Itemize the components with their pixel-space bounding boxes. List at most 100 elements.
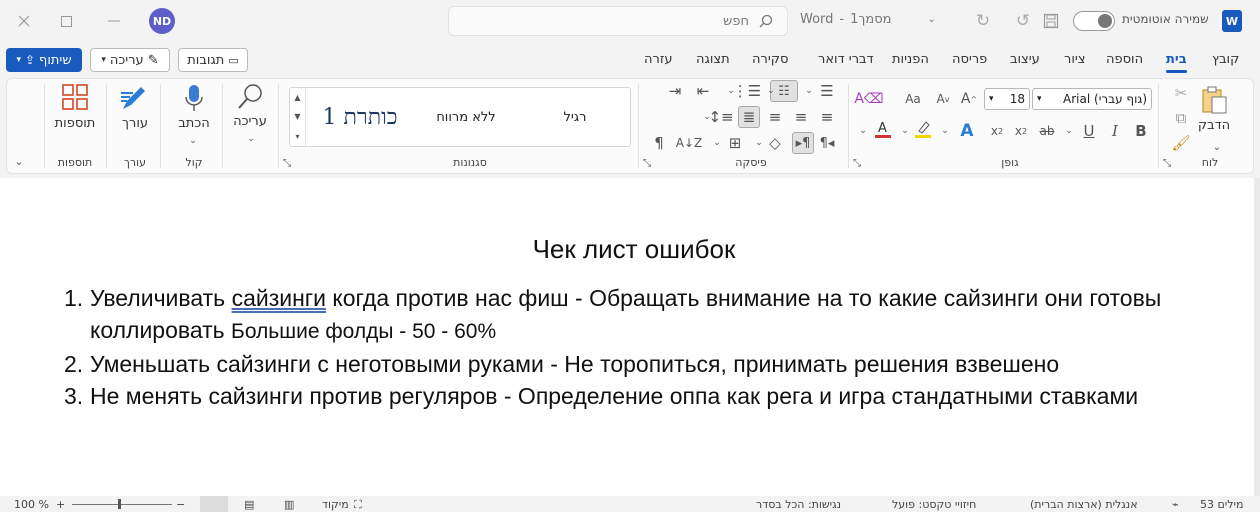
tab-mailings[interactable]: דברי דואר [818, 52, 874, 67]
autosave-toggle[interactable] [1073, 11, 1115, 31]
editing-button[interactable]: עריכה [226, 114, 274, 129]
numbered-list[interactable]: 1. Увеличивать сайзинги когда против нас… [64, 282, 1244, 412]
microphone-icon[interactable] [180, 82, 208, 114]
bold-icon[interactable]: B [1130, 120, 1152, 142]
format-painter-icon[interactable]: 🖌 [1170, 132, 1192, 154]
chevron-down-icon[interactable]: ⌄ [240, 128, 262, 150]
dictate-button[interactable]: הכתב [172, 116, 216, 131]
comments-button[interactable]: תגובות ▭ [178, 48, 248, 72]
zoom-slider-thumb[interactable] [118, 499, 121, 509]
zoom-level[interactable]: 100 % [14, 498, 49, 511]
style-no-spacing[interactable]: ללא מרווח [414, 88, 518, 146]
ltr-direction-icon[interactable]: ▸¶ [792, 132, 814, 154]
accessibility-status[interactable]: נגישות: הכל בסדר [756, 498, 841, 511]
chevron-down-icon[interactable]: ⌄ [748, 132, 770, 154]
justify-icon[interactable]: ≣ [738, 106, 760, 128]
sort-icon[interactable]: A↓Z [676, 132, 702, 154]
word-count[interactable]: 53 מילים [1200, 498, 1243, 511]
list-item[interactable]: 3. Не менять сайзинги против регуляров -… [64, 380, 1244, 412]
zoom-out-icon[interactable]: − [176, 498, 185, 511]
avatar[interactable]: ND [149, 8, 175, 34]
change-case-icon[interactable]: Aa [902, 88, 924, 110]
tab-references[interactable]: הפניות [892, 52, 929, 67]
rtl-direction-icon[interactable]: ¶◂ [816, 132, 838, 154]
styles-scroll[interactable]: ▲ ▼ ▾ [290, 88, 306, 146]
paste-label[interactable]: הדבק [1196, 118, 1232, 133]
superscript-icon[interactable]: x2 [986, 120, 1008, 142]
document-title[interactable]: Word - מסמך1 ⌄ [800, 12, 936, 27]
clear-formatting-icon[interactable]: A⌫ [854, 88, 883, 110]
web-layout-icon[interactable]: ▤ [244, 498, 254, 511]
italic-icon[interactable]: I [1104, 120, 1126, 142]
cut-icon[interactable]: ✂ [1170, 82, 1192, 104]
minimize-button[interactable] [90, 0, 138, 42]
maximize-button[interactable] [42, 0, 90, 42]
tab-file[interactable]: קובץ [1212, 52, 1239, 67]
chevron-down-icon[interactable]: ⌄ [798, 80, 820, 102]
grow-font-icon[interactable]: A ^ [958, 88, 980, 110]
font-color-icon[interactable]: A [872, 118, 894, 140]
tab-layout[interactable]: פריסה [952, 52, 987, 67]
list-item[interactable]: 1. Увеличивать сайзинги когда против нас… [64, 282, 1244, 348]
print-layout-icon[interactable] [200, 496, 228, 512]
show-formatting-icon[interactable]: ¶ [648, 132, 670, 154]
tab-insert[interactable]: הוספה [1106, 52, 1143, 67]
tab-help[interactable]: עזרה [644, 52, 672, 67]
dialog-launcher-icon[interactable]: ⤡ [280, 156, 294, 170]
shrink-font-icon[interactable]: Av [932, 88, 954, 110]
chevron-down-icon[interactable]: ⌄ [182, 130, 204, 152]
undo-icon[interactable]: ↺ [1012, 10, 1034, 32]
collapse-ribbon-icon[interactable]: ⌄ [8, 150, 30, 172]
addins-icon[interactable] [60, 82, 90, 112]
strikethrough-icon[interactable]: ab [1036, 120, 1058, 142]
decrease-indent-icon[interactable]: ⇤ [692, 80, 714, 102]
more-icon[interactable]: ▾ [295, 132, 299, 141]
font-size-combo[interactable]: ▾ 18 [984, 88, 1030, 110]
addins-button[interactable]: תוספות [48, 116, 102, 131]
zoom-slider[interactable] [72, 504, 172, 505]
chevron-down-icon[interactable]: ⌄ [852, 120, 874, 142]
document-page[interactable]: Чек лист ошибок 1. Увеличивать сайзинги … [0, 178, 1254, 496]
chevron-down-icon[interactable]: ⌄ [1206, 136, 1228, 158]
redo-icon[interactable]: ↻ [972, 10, 994, 32]
chevron-down-icon[interactable]: ⌄ [934, 120, 956, 142]
read-mode-icon[interactable]: ▥ [284, 498, 294, 511]
editing-mode-button[interactable]: ▾ עריכה ✎ [90, 48, 170, 72]
style-heading-1[interactable]: כותרת 1 [308, 88, 412, 146]
save-icon[interactable] [1040, 10, 1062, 32]
chevron-down-icon[interactable]: ⌄ [720, 80, 742, 102]
tab-home[interactable]: בית [1166, 52, 1187, 73]
align-left-icon[interactable]: ≡ [764, 106, 786, 128]
chevron-down-icon[interactable]: ⌄ [706, 132, 728, 154]
tab-draw[interactable]: ציור [1064, 52, 1086, 67]
editor-button[interactable]: עורך [114, 116, 156, 131]
focus-mode[interactable]: מיקוד [322, 498, 349, 511]
close-button[interactable] [0, 0, 48, 42]
tab-view[interactable]: תצוגה [696, 52, 730, 67]
share-button[interactable]: ▾ ⇪ שיתוף [6, 48, 82, 72]
vertical-scrollbar[interactable] [1254, 178, 1260, 496]
paste-icon[interactable] [1196, 84, 1232, 116]
style-normal[interactable]: רגיל [520, 88, 630, 146]
align-right-icon[interactable]: ≡ [816, 106, 838, 128]
chevron-down-icon[interactable]: ⌄ [696, 106, 718, 128]
underline-icon[interactable]: U [1078, 120, 1100, 142]
chevron-down-icon[interactable]: ▼ [294, 112, 300, 121]
language-status[interactable]: אנגלית (ארצות הברית) [1030, 498, 1138, 511]
search-box[interactable]: חפש [448, 6, 788, 36]
spelling-underlined-word[interactable]: сайзинги [232, 285, 326, 311]
text-effects-icon[interactable]: A [956, 120, 978, 142]
proofing-icon[interactable]: ⌁ [1172, 498, 1179, 511]
dialog-launcher-icon[interactable]: ⤡ [850, 156, 864, 170]
editor-icon[interactable] [118, 82, 152, 114]
zoom-in-icon[interactable]: + [56, 498, 65, 511]
focus-icon[interactable]: ⛶ [354, 498, 362, 512]
chevron-down-icon[interactable]: ⌄ [760, 80, 782, 102]
tab-design[interactable]: עיצוב [1010, 52, 1040, 67]
dialog-launcher-icon[interactable]: ⤡ [640, 156, 654, 170]
copy-icon[interactable]: ⧉ [1170, 107, 1192, 129]
align-center-icon[interactable]: ≡ [790, 106, 812, 128]
chevron-up-icon[interactable]: ▲ [294, 93, 300, 102]
chevron-down-icon[interactable]: ⌄ [1058, 120, 1080, 142]
subscript-icon[interactable]: x2 [1010, 120, 1032, 142]
